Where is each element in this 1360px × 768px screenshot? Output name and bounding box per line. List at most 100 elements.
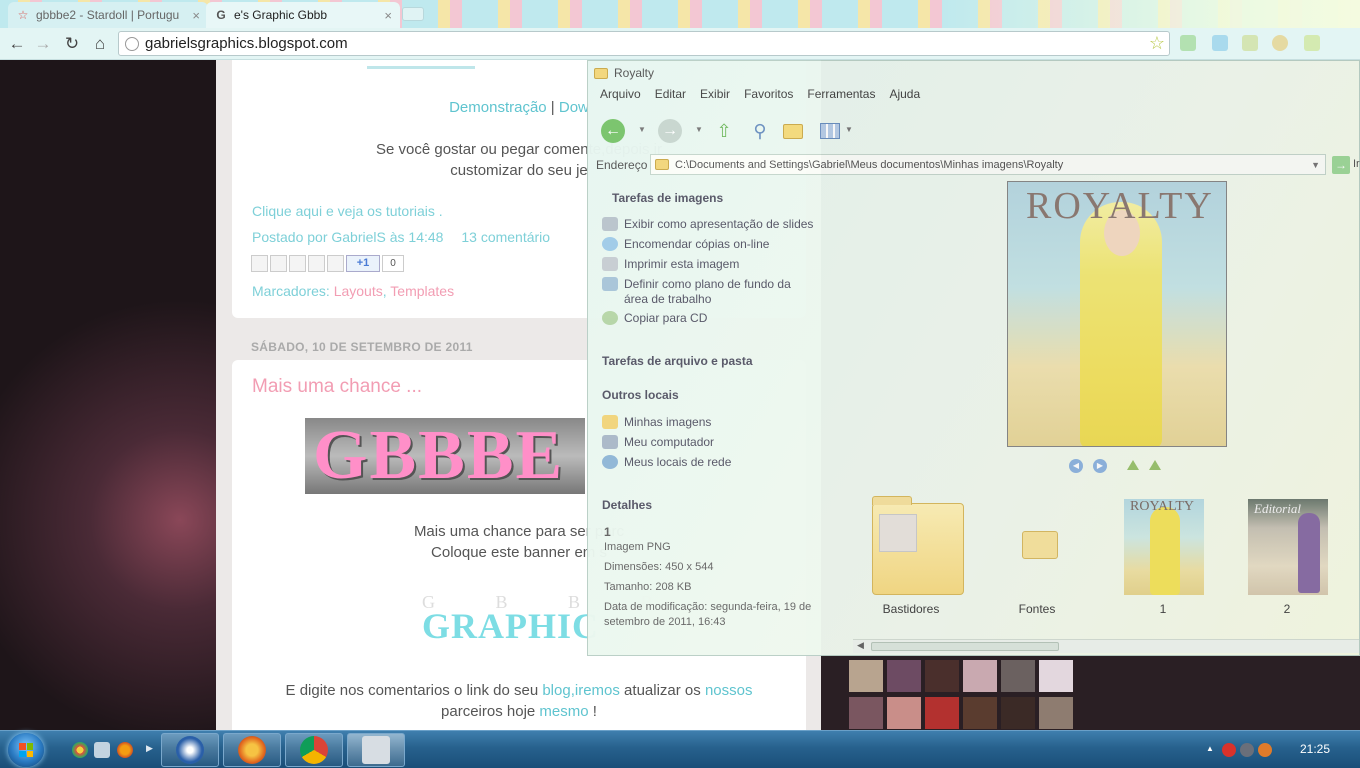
facebook-share-icon[interactable] — [308, 255, 325, 272]
chrome-quicklaunch-icon[interactable] — [72, 742, 88, 758]
avatar-thumbnail[interactable] — [925, 660, 959, 692]
text-link[interactable]: mesmo — [539, 703, 588, 720]
menu-exibir[interactable]: Exibir — [700, 87, 730, 107]
scroll-left-icon[interactable]: ◀ — [857, 640, 864, 651]
menu-ferramentas[interactable]: Ferramentas — [807, 87, 875, 107]
tab-stardoll[interactable]: ☆ gbbbe2 - Stardoll | Portugu × — [8, 2, 208, 28]
avatar-thumbnail[interactable] — [963, 697, 997, 729]
avatar-thumbnail[interactable] — [849, 660, 883, 692]
home-button[interactable]: ⌂ — [89, 33, 111, 55]
forward-button[interactable]: → — [32, 33, 54, 55]
avatar-thumbnail[interactable] — [925, 697, 959, 729]
chevron-down-icon[interactable]: ▼ — [845, 125, 853, 134]
buzz-share-icon[interactable] — [327, 255, 344, 272]
reload-button[interactable]: ↻ — [61, 33, 83, 55]
back-icon[interactable]: ← — [601, 119, 625, 143]
task-print[interactable]: Imprimir esta imagem — [602, 257, 739, 271]
taskbar-chrome-button[interactable] — [285, 733, 343, 767]
image-tasks-title[interactable]: Tarefas de imagens — [612, 191, 723, 205]
extension-icon[interactable] — [1212, 35, 1228, 51]
blog-link[interactable]: blog,iremos — [542, 682, 620, 699]
go-arrow-icon[interactable]: → — [1332, 156, 1350, 174]
avatar-thumbnail[interactable] — [887, 697, 921, 729]
file-tasks-title[interactable]: Tarefas de arquivo e pasta — [602, 354, 753, 368]
extension-icon[interactable] — [1242, 35, 1258, 51]
blog-share-icon[interactable] — [270, 255, 287, 272]
task-order-prints[interactable]: Encomendar cópias on-line — [602, 237, 769, 251]
gbbbe-banner-image[interactable]: GBBBE — [305, 418, 585, 494]
menu-editar[interactable]: Editar — [655, 87, 686, 107]
label-link[interactable]: Layouts — [334, 283, 383, 299]
avatar-thumbnail[interactable] — [963, 660, 997, 692]
label-link[interactable]: Templates — [390, 283, 454, 299]
taskbar-firefox-button[interactable] — [223, 733, 281, 767]
folders-icon[interactable] — [781, 119, 805, 143]
tray-icon[interactable] — [1240, 743, 1254, 757]
close-tab-icon[interactable]: × — [192, 8, 200, 23]
task-copy-cd[interactable]: Copiar para CD — [602, 311, 707, 325]
close-tab-icon[interactable]: × — [384, 8, 392, 23]
rotate-left-icon[interactable] — [1127, 460, 1139, 470]
previous-image-icon[interactable]: ◀ — [1069, 459, 1083, 473]
taskbar-explorer-button[interactable] — [347, 733, 405, 767]
forward-icon[interactable]: → — [658, 119, 682, 143]
new-tab-button[interactable] — [402, 7, 424, 21]
place-my-computer[interactable]: Meu computador — [602, 435, 714, 449]
task-slideshow[interactable]: Exibir como apresentação de slides — [602, 217, 813, 231]
tab-graphic-blog[interactable]: G e's Graphic Gbbb × — [206, 2, 400, 28]
download-link[interactable]: Dow — [559, 99, 589, 116]
image-preview[interactable]: ROYALTY — [1007, 181, 1227, 447]
task-set-wallpaper[interactable]: Definir como plano de fundo da área de t… — [602, 277, 812, 307]
rotate-right-icon[interactable] — [1149, 460, 1161, 470]
post-title[interactable]: Mais uma chance ... — [252, 376, 422, 398]
menu-arquivo[interactable]: Arquivo — [600, 87, 641, 107]
partners-link[interactable]: nossos — [705, 682, 753, 699]
views-icon[interactable] — [818, 119, 842, 143]
avatar-thumbnail[interactable] — [1001, 697, 1035, 729]
explorer-window[interactable]: Royalty Arquivo Editar Exibir Favoritos … — [587, 60, 1360, 656]
avatar-thumbnail[interactable] — [849, 697, 883, 729]
explorer-address-field[interactable]: C:\Documents and Settings\Gabriel\Meus d… — [650, 154, 1326, 175]
page-scrollbar[interactable] — [1346, 656, 1360, 730]
show-hidden-icons-icon[interactable]: ▲ — [1206, 744, 1214, 753]
scrollbar-thumb[interactable] — [871, 642, 1059, 651]
chevron-down-icon[interactable]: ▼ — [638, 125, 646, 134]
other-places-title[interactable]: Outros locais — [602, 388, 679, 402]
menu-ajuda[interactable]: Ajuda — [889, 87, 920, 107]
app-quicklaunch-icon[interactable] — [94, 742, 110, 758]
horizontal-scrollbar[interactable]: ◀ — [853, 639, 1359, 653]
go-button-label[interactable]: Ir — [1353, 158, 1360, 170]
place-my-pictures[interactable]: Minhas imagens — [602, 415, 711, 429]
back-button[interactable]: ← — [6, 33, 28, 55]
place-network[interactable]: Meus locais de rede — [602, 455, 731, 469]
next-image-icon[interactable]: ▶ — [1093, 459, 1107, 473]
avatar-thumbnail[interactable] — [1039, 697, 1073, 729]
chevron-down-icon[interactable]: ▼ — [1311, 160, 1320, 170]
avatar-thumbnail[interactable] — [887, 660, 921, 692]
twitter-share-icon[interactable] — [289, 255, 306, 272]
avatar-thumbnail[interactable] — [1001, 660, 1035, 692]
details-title[interactable]: Detalhes — [602, 498, 652, 512]
menu-favoritos[interactable]: Favoritos — [744, 87, 793, 107]
chevron-right-icon[interactable]: ▶ — [146, 743, 153, 754]
search-icon[interactable]: ⚲ — [748, 119, 772, 143]
block-icon[interactable] — [1272, 35, 1288, 51]
bookmark-star-icon[interactable]: ☆ — [1149, 33, 1165, 54]
tray-icon[interactable] — [1258, 743, 1272, 757]
chevron-down-icon[interactable]: ▼ — [695, 125, 703, 134]
extension-icon[interactable] — [1180, 35, 1196, 51]
system-clock[interactable]: 21:25 — [1300, 742, 1330, 756]
tutorial-link[interactable]: Clique aqui e veja os tutoriais . — [252, 203, 443, 219]
demo-link[interactable]: Demonstração — [449, 99, 547, 116]
comments-link[interactable]: 13 comentário — [461, 229, 550, 245]
email-share-icon[interactable] — [251, 255, 268, 272]
start-button[interactable] — [8, 733, 44, 767]
avatar-thumbnail[interactable] — [1039, 660, 1073, 692]
folder-up-icon[interactable]: ⇧ — [712, 119, 736, 143]
plus-one-button[interactable]: +1 — [346, 255, 380, 272]
window-titlebar[interactable]: Royalty — [588, 61, 1359, 85]
taskbar-app-button[interactable] — [161, 733, 219, 767]
tray-icon[interactable] — [1222, 743, 1236, 757]
address-bar[interactable]: gabrielsgraphics.blogspot.com ☆ — [118, 31, 1170, 56]
firefox-quicklaunch-icon[interactable] — [117, 742, 133, 758]
